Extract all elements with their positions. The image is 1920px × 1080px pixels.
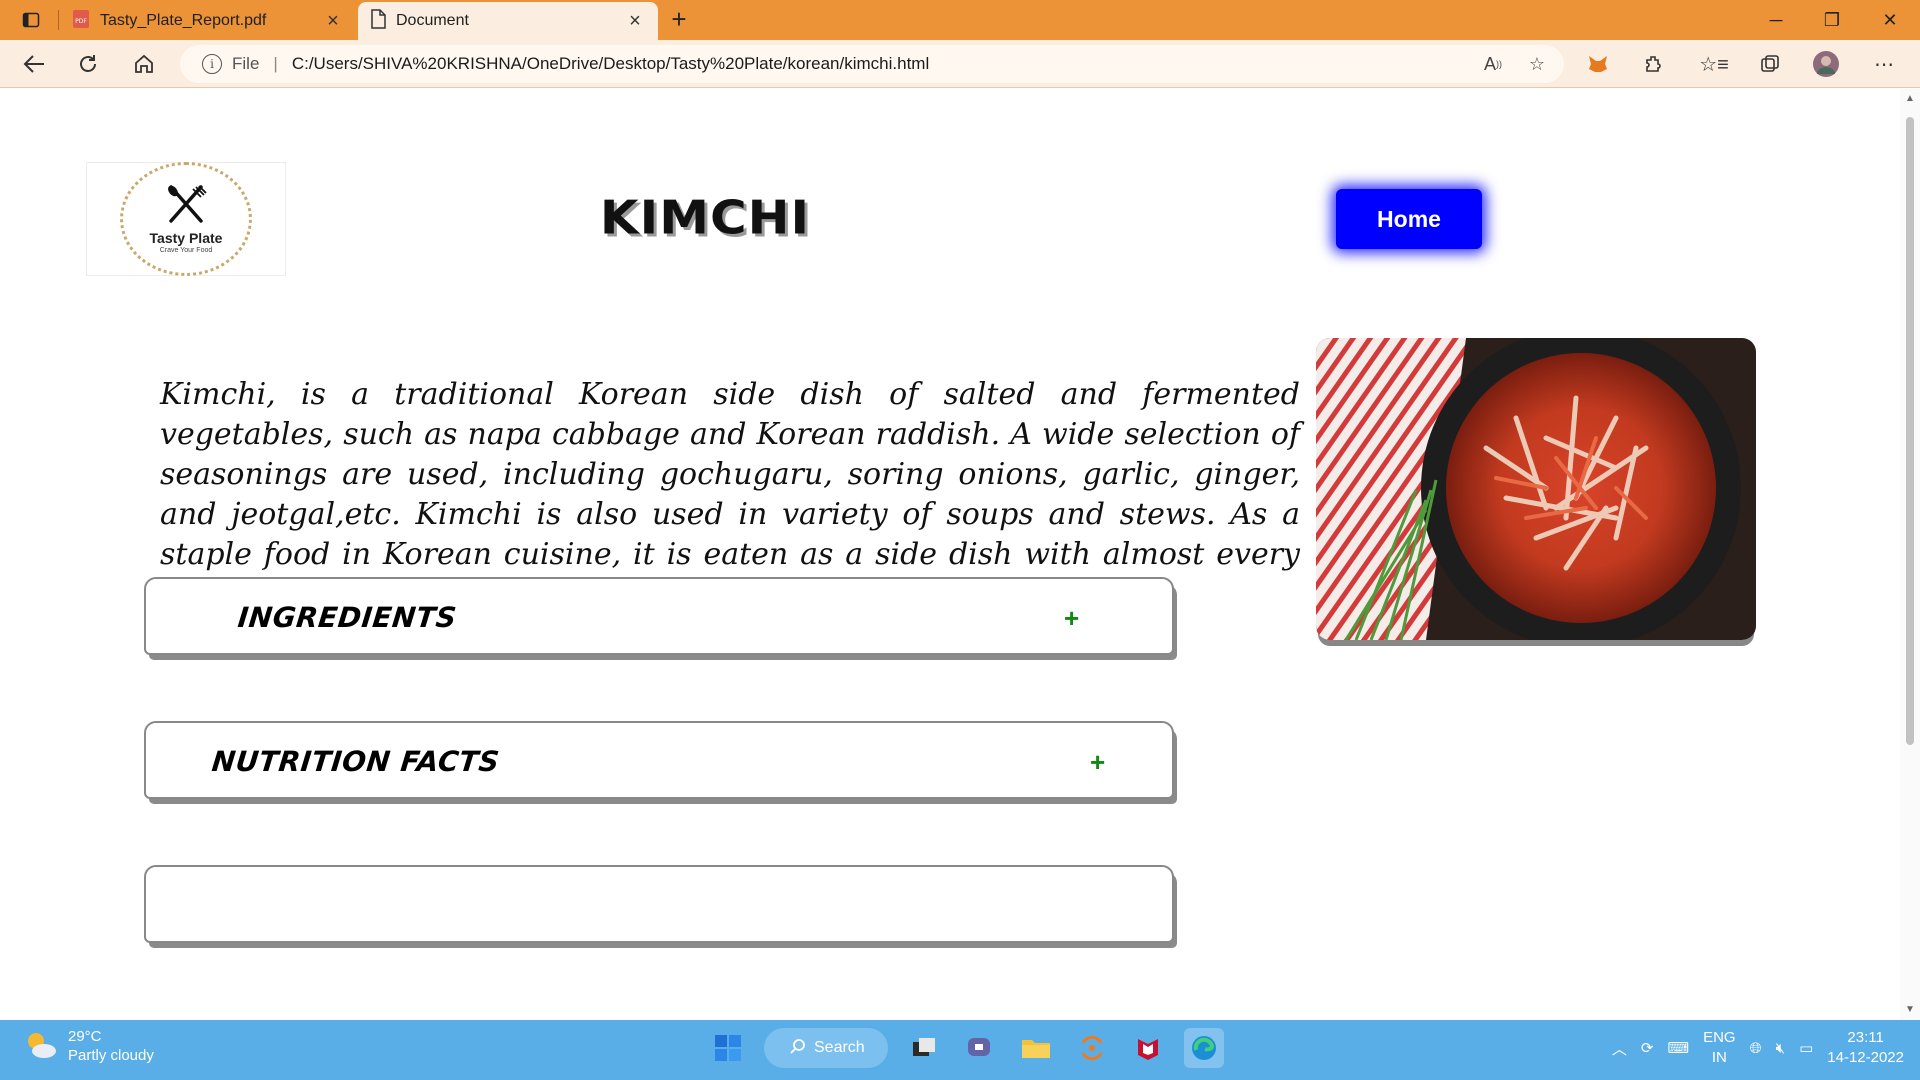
sync-icon[interactable]: ⟳ — [1641, 1039, 1654, 1057]
volume-muted-icon[interactable]: 🔇︎ — [1776, 1040, 1785, 1057]
address-prefix: File — [232, 54, 260, 73]
page-title: KIMCHI — [599, 191, 811, 245]
taskbar: 29°C Partly cloudy Search ︿ ⟳ ⌨ ENG IN 🌐… — [0, 1020, 1920, 1080]
tab-separator — [58, 10, 59, 30]
search-label: Search — [814, 1039, 865, 1056]
clock-date: 14-12-2022 — [1827, 1049, 1904, 1066]
scroll-up-arrow-icon[interactable]: ▲ — [1904, 93, 1916, 105]
file-explorer-icon[interactable] — [1016, 1028, 1056, 1068]
accordion-label: INGREDIENTS — [236, 601, 459, 634]
read-aloud-icon[interactable]: A)) — [1478, 49, 1508, 79]
home-button[interactable]: Home — [1336, 189, 1482, 249]
chevron-up-icon[interactable]: ︿ — [1612, 1038, 1627, 1059]
extensions-icon[interactable] — [1636, 46, 1672, 82]
language-indicator[interactable]: ENG IN — [1703, 1028, 1736, 1068]
browser-toolbar: i File | C:/Users/SHIVA%20KRISHNA/OneDri… — [0, 40, 1920, 88]
site-logo[interactable]: Tasty Plate Crave Your Food — [86, 162, 286, 276]
logo-tagline: Crave Your Food — [159, 246, 213, 254]
third-accordion[interactable] — [144, 865, 1174, 943]
tab-pdf-report[interactable]: PDF Tasty_Plate_Report.pdf × — [60, 2, 356, 40]
tab-bar: PDF Tasty_Plate_Report.pdf × Document × … — [0, 0, 1920, 40]
plus-icon[interactable]: + — [1090, 747, 1105, 778]
weather-condition: Partly cloudy — [68, 1047, 154, 1064]
new-tab-button[interactable]: + — [664, 6, 694, 34]
kimchi-image — [1316, 338, 1756, 640]
close-icon[interactable]: × — [322, 10, 344, 33]
clock-time: 23:11 — [1847, 1029, 1884, 1046]
close-window-button[interactable]: ✕ — [1862, 0, 1918, 40]
tab-title: Document — [396, 12, 469, 29]
more-menu-icon[interactable]: ⋯ — [1866, 46, 1902, 82]
scroll-thumb[interactable] — [1906, 117, 1914, 745]
logo-badge: Tasty Plate Crave Your Food — [120, 162, 252, 276]
metamask-extension-icon[interactable] — [1580, 46, 1616, 82]
vertical-scrollbar[interactable]: ▲ ▼ — [1900, 89, 1920, 1020]
refresh-icon[interactable] — [70, 46, 106, 82]
restore-button[interactable]: ❐ — [1804, 0, 1860, 40]
favorites-icon[interactable]: ☆≡ — [1696, 46, 1732, 82]
pdf-icon: PDF — [72, 9, 90, 34]
tab-document[interactable]: Document × — [358, 2, 658, 40]
profile-avatar[interactable] — [1808, 46, 1844, 82]
battery-icon[interactable]: ▭ — [1799, 1039, 1813, 1057]
minimize-button[interactable]: ─ — [1748, 0, 1804, 40]
accordion-label: NUTRITION FACTS — [210, 745, 502, 778]
keyboard-icon[interactable]: ⌨ — [1667, 1039, 1689, 1057]
language-region: IN — [1711, 1049, 1727, 1066]
language-code: ENG — [1703, 1029, 1736, 1046]
document-icon — [370, 8, 386, 34]
home-icon[interactable] — [126, 46, 162, 82]
taskbar-search[interactable]: Search — [764, 1028, 888, 1068]
address-bar[interactable]: i File | C:/Users/SHIVA%20KRISHNA/OneDri… — [180, 45, 1564, 83]
task-view-icon[interactable] — [904, 1028, 944, 1068]
tab-title: Tasty_Plate_Report.pdf — [100, 12, 267, 29]
url-text[interactable]: C:/Users/SHIVA%20KRISHNA/OneDrive/Deskto… — [292, 54, 929, 74]
mcafee-icon[interactable] — [1128, 1028, 1168, 1068]
tab-actions-icon[interactable] — [14, 8, 48, 32]
teams-chat-icon[interactable] — [960, 1028, 1000, 1068]
back-arrow-icon[interactable] — [16, 46, 52, 82]
partly-cloudy-icon — [24, 1029, 58, 1063]
logo-name: Tasty Plate — [149, 229, 223, 246]
windows-start-icon[interactable] — [708, 1028, 748, 1068]
collections-icon[interactable] — [1752, 46, 1788, 82]
network-globe-icon[interactable]: 🌐︎ — [1750, 1040, 1762, 1057]
weather-widget[interactable]: 29°C Partly cloudy — [24, 1028, 154, 1064]
search-icon — [790, 1038, 806, 1059]
info-icon[interactable]: i — [202, 54, 222, 74]
plus-icon[interactable]: + — [1064, 603, 1079, 634]
favorite-add-icon[interactable]: ☆ — [1522, 49, 1552, 79]
weather-temperature: 29°C — [68, 1028, 102, 1045]
fork-knife-icon — [163, 184, 209, 228]
orange-app-icon[interactable] — [1072, 1028, 1112, 1068]
scroll-down-arrow-icon[interactable]: ▼ — [1904, 1004, 1916, 1016]
edge-browser-icon[interactable] — [1184, 1028, 1224, 1068]
close-icon[interactable]: × — [624, 10, 646, 33]
ingredients-accordion[interactable]: INGREDIENTS + — [144, 577, 1174, 655]
svg-text:PDF: PDF — [75, 18, 87, 25]
clock[interactable]: 23:11 14-12-2022 — [1827, 1028, 1904, 1068]
web-page: Tasty Plate Crave Your Food KIMCHI Home … — [0, 89, 1900, 1020]
nutrition-facts-accordion[interactable]: NUTRITION FACTS + — [144, 721, 1174, 799]
address-divider: | — [273, 54, 278, 73]
